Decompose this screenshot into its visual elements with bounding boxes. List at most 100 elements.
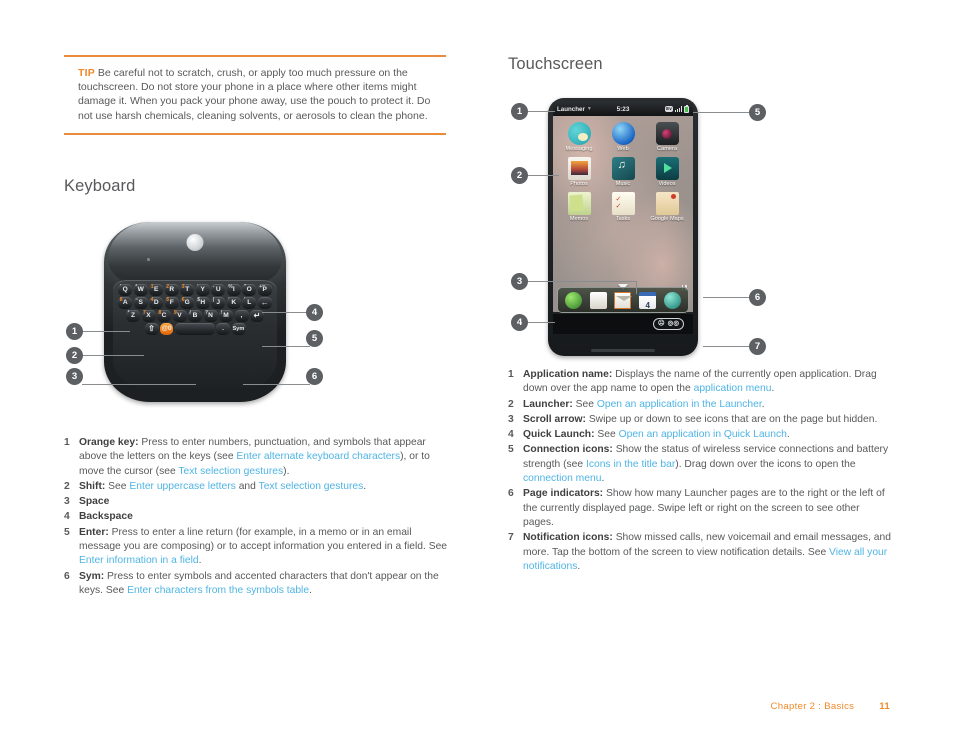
- memos-icon[interactable]: [567, 192, 591, 215]
- footer-page-number: 11: [879, 701, 890, 712]
- key-label: Q: [122, 286, 128, 294]
- legend-item-term: Page indicators:: [523, 488, 606, 500]
- keyboard-legend-list: 1 Orange key: Press to enter numbers, pun…: [64, 436, 448, 599]
- keyboard-key-b: / B: [188, 310, 202, 322]
- videos-icon[interactable]: [655, 157, 679, 180]
- notification-bar[interactable]: ☹ ◎◎: [553, 314, 693, 334]
- key-alt-char: +=: [259, 283, 266, 290]
- phone-screen: Launcher ▼ 5:23 Ev Messaging Web Camera Pho…: [553, 102, 693, 334]
- email-icon[interactable]: [614, 291, 633, 309]
- keyboard-key-o: " O: [242, 284, 257, 296]
- keyboard-key-p: += P: [257, 283, 272, 296]
- quick-launch-bar[interactable]: 4: [557, 287, 689, 313]
- keyboard-key-s: ~ S: [133, 297, 148, 309]
- launcher-row: Photos ♫ Music Videos: [557, 157, 689, 187]
- voicemail-icon[interactable]: ◎◎: [668, 320, 679, 328]
- launcher-icon[interactable]: [664, 291, 682, 309]
- photos-icon[interactable]: [567, 157, 591, 180]
- legend-text-run: .: [363, 480, 367, 492]
- legend-item-term: Connection icons:: [523, 444, 616, 456]
- launcher-app[interactable]: Web: [603, 122, 643, 152]
- legend-text-run: See: [575, 398, 597, 410]
- key-alt-char: ': [197, 283, 199, 290]
- callout-kb-4: 4: [306, 304, 323, 321]
- keyboard-key-u: -U: [211, 284, 226, 296]
- missed-call-icon[interactable]: ☹: [658, 320, 665, 328]
- evdo-icon: Ev: [665, 105, 673, 113]
- legend-item-term: Orange key:: [79, 437, 142, 448]
- launcher-app-label: Music: [615, 181, 631, 187]
- phone-icon[interactable]: [564, 291, 582, 309]
- legend-text-run: .: [786, 429, 790, 441]
- legend-item-number: 4: [64, 511, 70, 523]
- key-alt-char: !: [220, 309, 223, 316]
- key-label: ⇧: [148, 324, 155, 334]
- keyboard-key-t: 3T: [180, 284, 195, 296]
- leader-line-kb-1: [82, 331, 130, 332]
- legend-item-text: Enter: Press to enter a line return (for…: [79, 526, 448, 569]
- launcher-grid[interactable]: Messaging Web Camera Photos ♫ Music Videos Memo…: [553, 118, 693, 227]
- legend-item-term: Quick Launch:: [523, 429, 598, 441]
- launcher-app[interactable]: Videos: [647, 157, 687, 187]
- launcher-app[interactable]: ✓ ✓ Tasks: [603, 192, 643, 222]
- key-label: @0: [161, 325, 172, 333]
- title-bar: Launcher ▼ 5:23 Ev: [553, 102, 693, 116]
- launcher-app[interactable]: Memos: [559, 192, 599, 222]
- music-icon[interactable]: ♫: [611, 157, 635, 180]
- key-label: W: [137, 286, 144, 294]
- legend-text-run: See: [597, 429, 619, 441]
- callout-ts-6: 6: [749, 289, 766, 306]
- launcher-app[interactable]: Camera: [647, 122, 687, 152]
- legend-item-term: Scroll arrow:: [523, 413, 589, 425]
- keyboard-key-c: 8C: [157, 310, 171, 322]
- legend-link[interactable]: Text selection gestures: [178, 466, 283, 477]
- leader-line-ts-1: [527, 111, 555, 112]
- legend-link[interactable]: application menu: [694, 383, 772, 394]
- legend-link[interactable]: Icons in the title bar: [586, 459, 675, 470]
- keyboard-key-: ,: [234, 310, 249, 322]
- key-label: S: [138, 299, 143, 307]
- legend-link[interactable]: Enter uppercase letters: [129, 481, 235, 492]
- launcher-app-label: Web: [617, 146, 629, 152]
- legend-link[interactable]: Enter alternate keyboard characters: [236, 451, 400, 462]
- key-alt-char: ': [243, 296, 245, 303]
- legend-link[interactable]: Text selection gestures: [259, 481, 364, 492]
- launcher-app-label: Camera: [657, 146, 677, 152]
- keyboard-key-j: | J: [211, 297, 226, 309]
- legend-link[interactable]: connection menu: [523, 473, 601, 484]
- calendar-icon[interactable]: 4: [639, 291, 657, 310]
- legend-text-run: and: [235, 480, 259, 492]
- launcher-app[interactable]: Google Maps: [647, 192, 687, 222]
- key-alt-char: 8: [158, 309, 162, 316]
- notification-icons-group[interactable]: ☹ ◎◎: [652, 318, 684, 330]
- tasks-icon[interactable]: ✓ ✓: [611, 192, 635, 215]
- legend-link[interactable]: Enter characters from the symbols table: [127, 585, 309, 596]
- legend-link[interactable]: Open an application in the Launcher: [597, 399, 762, 410]
- launcher-app[interactable]: Messaging: [559, 122, 599, 152]
- key-alt-char: 2: [166, 283, 170, 290]
- keyboard-key-m: ! M: [219, 310, 233, 322]
- camera-icon[interactable]: [655, 122, 679, 145]
- web-icon[interactable]: [611, 122, 635, 145]
- left-column: TIP Be careful not to scratch, crush, or…: [64, 55, 446, 196]
- leader-line-ts-5: [693, 112, 749, 113]
- gesture-area[interactable]: [591, 349, 655, 352]
- launcher-app[interactable]: ♫ Music: [603, 157, 643, 187]
- contacts-icon[interactable]: [589, 291, 607, 309]
- launcher-app-label: Messaging: [565, 146, 593, 152]
- legend-link[interactable]: Open an application in Quick Launch: [619, 429, 787, 440]
- legend-link[interactable]: Enter information in a field: [79, 555, 199, 566]
- legend-item-term: Notification icons:: [523, 532, 616, 544]
- messaging-icon[interactable]: [567, 122, 591, 145]
- callout-ts-4: 4: [511, 314, 528, 331]
- keyboard-key-z: * Z: [126, 310, 140, 322]
- legend-item-text: Application name: Displays the name of t…: [523, 368, 892, 397]
- launcher-app[interactable]: Photos: [559, 157, 599, 187]
- keyboard-key-e: 1E: [149, 284, 164, 296]
- legend-item: 3 Scroll arrow: Swipe up or down to see i…: [508, 413, 892, 427]
- keyboard-key-i: % I: [226, 284, 241, 296]
- connection-icons-group[interactable]: Ev: [665, 104, 689, 113]
- google-maps-icon[interactable]: [655, 192, 679, 215]
- legend-text-run: ). Drag down over the icons to open the: [675, 458, 856, 470]
- user-guide-page: TIP Be careful not to scratch, crush, or…: [0, 0, 954, 738]
